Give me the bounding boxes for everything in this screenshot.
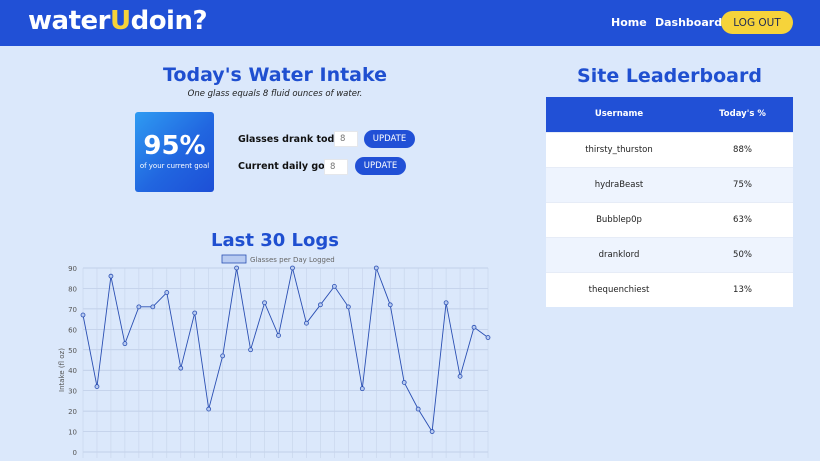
table-row: thirsty_thurston 88% <box>546 131 793 167</box>
data-point <box>345 304 351 310</box>
y-tick-label: 0 <box>73 449 77 457</box>
nav-dashboard-link[interactable]: Dashboard <box>655 16 722 29</box>
table-row: thequenchiest 13% <box>546 271 793 307</box>
data-point <box>415 406 421 412</box>
data-point <box>248 347 253 353</box>
logo-suffix: doin? <box>130 6 208 36</box>
data-point <box>164 290 170 295</box>
percent-cell: 63% <box>691 201 793 237</box>
data-point <box>192 310 198 316</box>
legend-swatch <box>221 254 247 264</box>
y-tick-label: 70 <box>68 306 77 314</box>
table-row: Bubblep0p 63% <box>546 201 793 237</box>
data-point <box>457 373 463 379</box>
top-navbar: waterUdoin? Home Dashboard LOG OUT <box>0 0 820 46</box>
percent-cell: 75% <box>691 166 793 202</box>
data-point <box>94 384 100 389</box>
leaderboard-header-row: Username Today's % <box>546 97 793 132</box>
logout-button[interactable]: LOG OUT <box>721 11 793 34</box>
data-point <box>108 273 114 279</box>
data-point <box>359 386 365 392</box>
data-point <box>331 284 337 289</box>
percent-cell: 13% <box>691 271 793 307</box>
data-point <box>373 265 379 271</box>
data-point <box>80 312 86 318</box>
data-point <box>206 406 212 412</box>
username-cell: thequenchiest <box>546 271 692 307</box>
data-point <box>471 324 477 330</box>
intake-subtitle: One glass equals 8 fluid ounces of water… <box>187 89 363 99</box>
y-tick-label: 80 <box>68 285 77 293</box>
username-column-header: Username <box>546 97 692 132</box>
data-point <box>262 300 267 306</box>
data-point <box>401 380 407 385</box>
data-point <box>150 304 156 310</box>
intake-title: Today's Water Intake <box>162 64 388 86</box>
username-cell: Bubblep0p <box>546 201 692 237</box>
data-point <box>429 429 435 434</box>
logo-prefix: water <box>28 6 110 36</box>
leaderboard-table: Username Today's % thirsty_thurston 88% … <box>546 97 793 307</box>
table-row: dranklord 50% <box>546 236 793 272</box>
y-tick-label: 90 <box>68 265 77 273</box>
data-point <box>178 365 184 371</box>
y-tick-label: 30 <box>68 388 77 396</box>
y-tick-label: 10 <box>68 429 77 437</box>
y-axis-label: Intake (fl oz) <box>58 348 66 392</box>
app-logo[interactable]: waterUdoin? <box>28 6 208 36</box>
y-tick-label: 40 <box>68 367 77 375</box>
username-cell: thirsty_thurston <box>546 131 692 167</box>
logo-accent: U <box>109 6 131 36</box>
percent-cell: 88% <box>691 131 793 167</box>
goal-percent-card: 95% of your current goal <box>135 112 214 192</box>
data-point <box>304 320 309 326</box>
update-glasses-button[interactable]: UPDATE <box>364 130 415 148</box>
username-cell: dranklord <box>546 236 692 272</box>
goal-percent-value: 95% <box>143 131 206 161</box>
data-point <box>485 335 491 340</box>
goal-input[interactable] <box>324 159 348 175</box>
goal-percent-label: of your current goal <box>139 162 210 170</box>
y-tick-label: 50 <box>68 347 77 355</box>
glasses-input[interactable] <box>334 131 358 147</box>
data-point <box>220 353 226 359</box>
logs-chart-title: Last 30 Logs <box>211 230 339 251</box>
data-point <box>234 265 240 271</box>
y-tick-label: 20 <box>68 408 77 416</box>
data-point <box>318 302 323 308</box>
username-cell: hydraBeast <box>546 166 692 202</box>
leaderboard-title: Site Leaderboard <box>577 65 762 87</box>
table-row: hydraBeast 75% <box>546 166 793 202</box>
percent-cell: 50% <box>691 236 793 272</box>
data-point <box>122 341 128 347</box>
y-tick-label: 60 <box>68 326 77 334</box>
legend-label: Glasses per Day Logged <box>250 256 335 264</box>
data-point <box>136 304 142 310</box>
data-point <box>290 265 295 271</box>
logs-line-chart: 0 10 20 30 40 50 60 70 80 90 Intake (fl oz) Glasses… <box>58 254 491 458</box>
nav-home-link[interactable]: Home <box>611 16 647 29</box>
update-goal-button[interactable]: UPDATE <box>355 157 406 175</box>
data-point <box>276 333 281 338</box>
percent-column-header: Today's % <box>691 97 793 132</box>
data-point <box>443 300 449 306</box>
data-point <box>387 302 393 308</box>
